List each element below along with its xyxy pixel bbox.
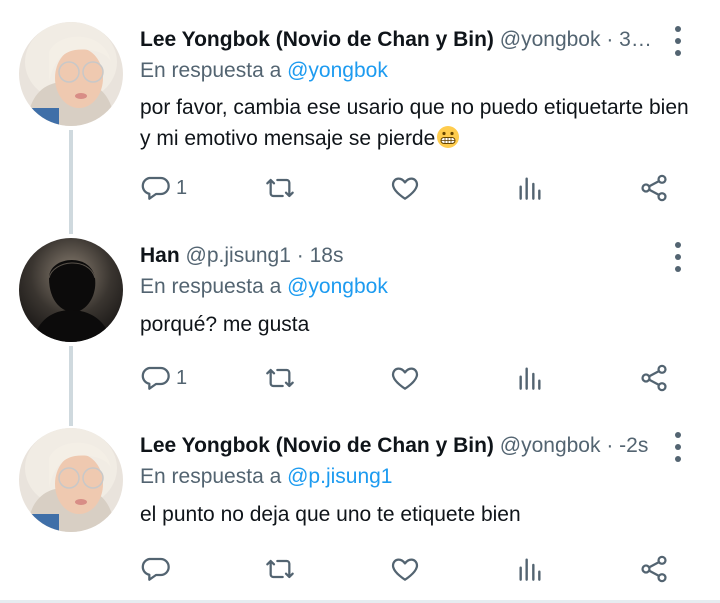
username[interactable]: @p.jisung1 (186, 244, 291, 267)
reply-button[interactable] (140, 552, 176, 586)
reply-icon (141, 176, 170, 200)
share-button[interactable] (638, 361, 670, 395)
reply-count: 1 (176, 366, 188, 389)
tweet[interactable]: Lee Yongbok (Novio de Chan y Bin) @yongb… (0, 406, 720, 600)
reply-context: En respuesta a @yongbok (140, 57, 388, 85)
tweet-text: porqué? me gusta (140, 309, 690, 340)
analytics-icon (519, 367, 541, 390)
reply-icon (141, 557, 170, 581)
analytics-button[interactable] (514, 361, 546, 395)
reply-mention-link[interactable]: @yongbok (287, 275, 388, 298)
reply-prefix: En respuesta a (140, 465, 282, 488)
timestamp[interactable]: -2s (619, 434, 648, 457)
analytics-button[interactable] (514, 171, 546, 205)
username[interactable]: @yongbok (500, 28, 601, 51)
avatar[interactable] (19, 428, 123, 532)
share-button[interactable] (638, 552, 670, 586)
share-icon (641, 174, 667, 202)
reply-button[interactable]: 1 (140, 361, 187, 395)
more-options-icon[interactable] (674, 432, 682, 462)
retweet-icon (266, 178, 294, 198)
tweet-text: el punto no deja que uno te etiquete bie… (140, 499, 690, 530)
tweet-text: por favor, cambia ese usario que no pued… (140, 92, 690, 154)
more-options-icon[interactable] (674, 242, 682, 272)
tweet-actions: 1 (140, 171, 680, 205)
like-icon (391, 558, 419, 581)
tweet-body: porqué? me gusta (140, 313, 310, 336)
analytics-button[interactable] (514, 552, 546, 586)
reply-button[interactable]: 1 (140, 171, 187, 205)
retweet-icon (266, 559, 294, 579)
like-icon (391, 367, 419, 390)
display-name[interactable]: Lee Yongbok (Novio de Chan y Bin) (140, 28, 494, 51)
share-icon (641, 555, 667, 583)
reply-context: En respuesta a @yongbok (140, 273, 388, 301)
tweet[interactable]: Han @p.jisung1 · 18s En respuesta a @yon… (0, 216, 720, 406)
separator: · (606, 28, 614, 51)
tweet-header: Lee Yongbok (Novio de Chan y Bin) @yongb… (140, 432, 660, 460)
like-button[interactable] (389, 171, 421, 205)
tweet-header: Lee Yongbok (Novio de Chan y Bin) @yongb… (140, 26, 660, 54)
separator: · (606, 434, 614, 457)
retweet-button[interactable] (264, 361, 296, 395)
tweet[interactable]: Lee Yongbok (Novio de Chan y Bin) @yongb… (0, 0, 720, 216)
more-options-icon[interactable] (674, 26, 682, 56)
tweet-body: el punto no deja que uno te etiquete bie… (140, 503, 521, 526)
like-icon (391, 177, 419, 200)
timestamp[interactable]: 3… (619, 28, 652, 51)
reply-mention-link[interactable]: @p.jisung1 (287, 465, 392, 488)
avatar[interactable] (19, 22, 123, 126)
share-button[interactable] (638, 171, 670, 205)
analytics-icon (519, 558, 541, 581)
tweet-actions (140, 552, 680, 586)
retweet-button[interactable] (264, 552, 296, 586)
reply-icon (141, 366, 170, 390)
like-button[interactable] (389, 552, 421, 586)
reply-prefix: En respuesta a (140, 59, 282, 82)
username[interactable]: @yongbok (500, 434, 601, 457)
grimacing-face-emoji-icon (437, 126, 460, 148)
reply-mention-link[interactable]: @yongbok (287, 59, 388, 82)
reply-context: En respuesta a @p.jisung1 (140, 463, 393, 491)
tweet-body: por favor, cambia ese usario que no pued… (140, 96, 689, 150)
retweet-button[interactable] (264, 171, 296, 205)
reply-count: 1 (176, 176, 188, 199)
like-button[interactable] (389, 361, 421, 395)
separator: · (296, 244, 304, 267)
timestamp[interactable]: 18s (310, 244, 344, 267)
tweet-actions: 1 (140, 361, 680, 395)
display-name[interactable]: Han (140, 244, 180, 267)
avatar[interactable] (19, 238, 123, 342)
display-name[interactable]: Lee Yongbok (Novio de Chan y Bin) (140, 434, 494, 457)
share-icon (641, 364, 667, 392)
retweet-icon (266, 368, 294, 388)
analytics-icon (519, 177, 541, 200)
reply-prefix: En respuesta a (140, 275, 282, 298)
tweet-header: Han @p.jisung1 · 18s (140, 242, 660, 270)
